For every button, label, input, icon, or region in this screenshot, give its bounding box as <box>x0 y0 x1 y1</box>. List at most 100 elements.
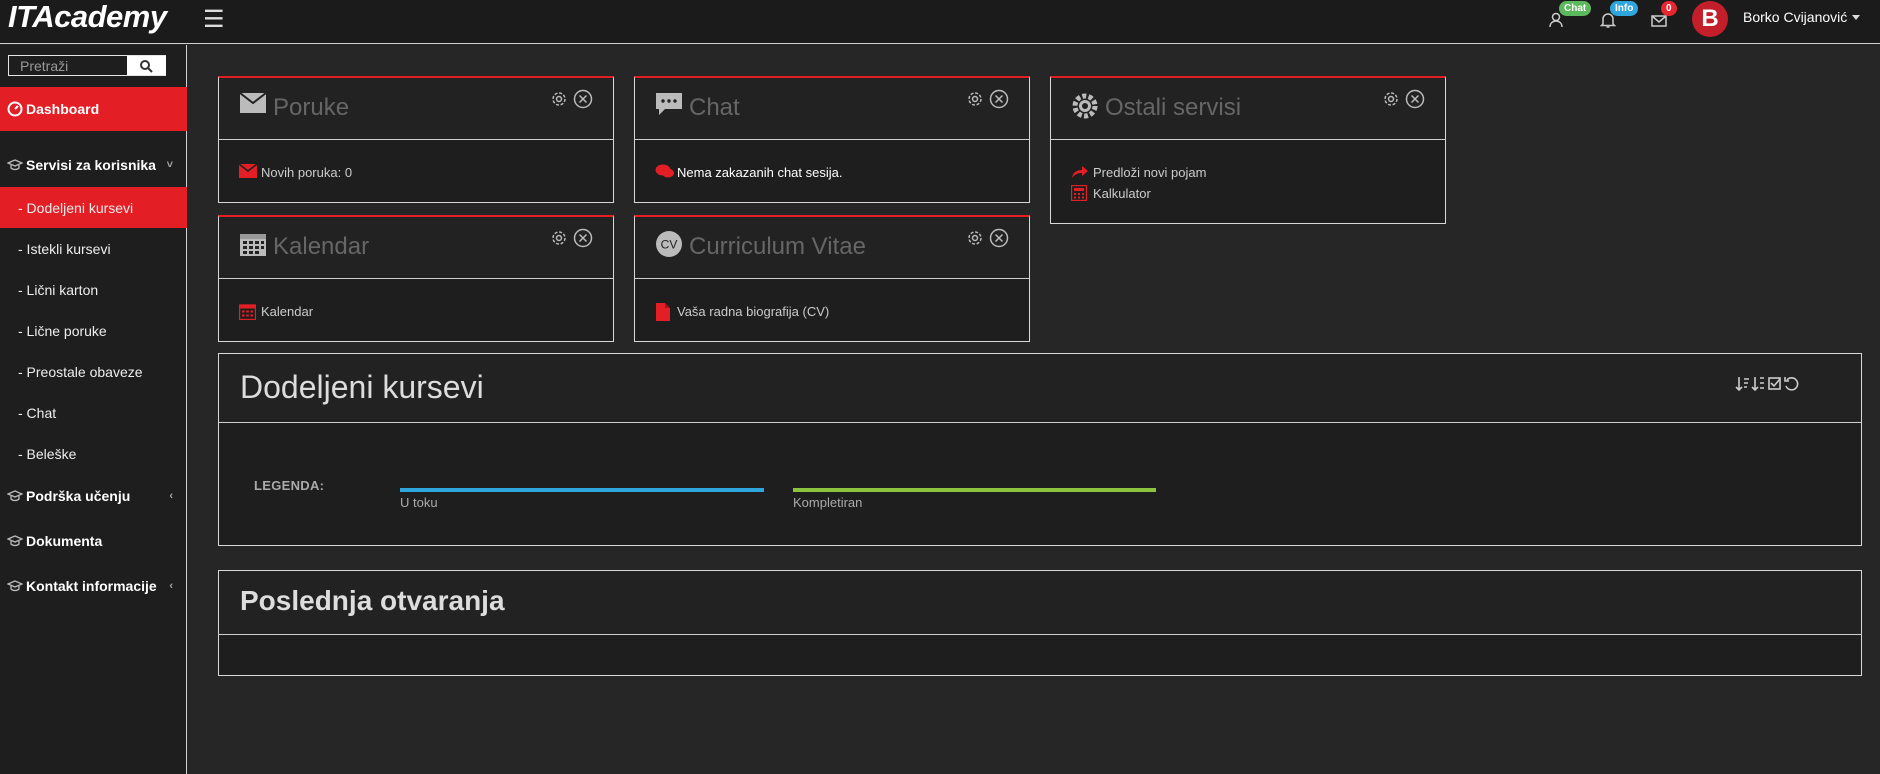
sidebar-item-istekli-kursevi[interactable]: - Istekli kursevi <box>0 228 187 269</box>
legend-in-progress: U toku <box>400 495 438 510</box>
panel-header: Dodeljeni kursevi <box>219 354 1861 423</box>
chevron-left-icon: ‹ <box>169 580 173 592</box>
widget-body: Nema zakazanih chat sesija. <box>635 140 1029 202</box>
panel-header: Poslednja otvaranja <box>219 571 1861 635</box>
chevron-down-icon[interactable] <box>1852 15 1860 20</box>
calendar-icon <box>239 303 256 320</box>
chevron-left-icon: ‹ <box>169 490 173 502</box>
widget-body: Predloži novi pojam Kalkulator <box>1051 140 1445 223</box>
close-icon[interactable] <box>989 89 1009 109</box>
graduation-cap-icon <box>7 490 23 502</box>
sidebar-item-preostale-obaveze[interactable]: - Preostale obaveze <box>0 351 187 392</box>
sidebar-item-label: - Lični karton <box>18 281 99 298</box>
graduation-cap-icon <box>7 535 23 547</box>
sidebar-item-label: Kontakt informacije <box>26 578 157 594</box>
widget-ostali-servisi: Ostali servisi Predloži novi pojam Kalku… <box>1050 76 1446 224</box>
widget-title: Chat <box>689 94 740 121</box>
user-menu[interactable]: Borko Cvijanović <box>1743 9 1847 25</box>
sidebar-item-label: Dokumenta <box>26 533 103 549</box>
sidebar-item-beleske[interactable]: - Beleške <box>0 433 187 474</box>
gear-icon[interactable] <box>1381 89 1401 109</box>
gear-icon[interactable] <box>549 228 569 248</box>
messages-badge: 0 <box>1661 1 1677 16</box>
calculator-text: Kalkulator <box>1093 186 1151 201</box>
sidebar-item-label: Podrška učenju <box>26 488 131 504</box>
widget-header: Poruke <box>219 78 613 140</box>
search-input[interactable] <box>9 56 127 75</box>
sidebar-item-label: - Istekli kursevi <box>18 240 111 257</box>
gear-icon[interactable] <box>965 89 985 109</box>
graduation-cap-icon <box>7 580 23 592</box>
app-logo[interactable]: ITAcademy <box>8 0 167 35</box>
hamburger-icon[interactable]: ☰ <box>203 5 225 34</box>
search-box <box>8 55 166 76</box>
info-badge: Info <box>1610 1 1639 16</box>
sidebar-item-kontakt-informacije[interactable]: Kontakt informacije ‹ <box>0 566 187 606</box>
assigned-courses-panel: Dodeljeni kursevi LEGENDA: U toku Komple… <box>218 353 1862 546</box>
graduation-cap-icon <box>7 159 23 171</box>
dashboard-icon <box>7 101 23 117</box>
envelope-icon <box>239 92 267 114</box>
widget-header: Chat <box>635 78 1029 140</box>
chat-badge: Chat <box>1559 1 1592 16</box>
widget-body: Vaša radna biografija (CV) <box>635 279 1029 341</box>
new-messages-text: Novih poruka: 0 <box>261 165 353 180</box>
search-button[interactable] <box>127 56 166 75</box>
widget-header: Ostali servisi <box>1051 78 1445 140</box>
calculator-icon <box>1071 185 1087 201</box>
sidebar-item-dokumenta[interactable]: Dokumenta <box>0 521 187 561</box>
suggest-term-text: Predloži novi pojam <box>1093 165 1207 180</box>
panel-title: Poslednja otvaranja <box>240 585 505 616</box>
panel-title: Dodeljeni kursevi <box>240 369 484 405</box>
cv-icon: CV <box>655 230 683 258</box>
sidebar-item-licne-poruke[interactable]: - Lične poruke <box>0 310 187 351</box>
chat-sessions-text: Nema zakazanih chat sesija. <box>677 165 843 180</box>
sidebar-item-label: - Preostale obaveze <box>18 363 143 380</box>
sidebar-item-label: Dashboard <box>26 101 100 117</box>
comments-icon <box>655 164 675 179</box>
gear-icon <box>1071 92 1099 120</box>
recent-opens-panel: Poslednja otvaranja <box>218 570 1862 676</box>
close-icon[interactable] <box>573 89 593 109</box>
widget-body: Kalendar <box>219 279 613 341</box>
sort-filter-tools[interactable] <box>1735 375 1799 393</box>
envelope-icon[interactable]: 0 <box>1650 1 1677 33</box>
calendar-icon <box>239 231 267 257</box>
sidebar-item-chat[interactable]: - Chat <box>0 392 187 433</box>
comment-icon <box>655 92 683 116</box>
sidebar-item-dashboard[interactable]: Dashboard <box>0 87 187 131</box>
legend-completed: Kompletiran <box>793 495 863 510</box>
widget-chat: Chat Nema zakazanih chat sesija. <box>634 76 1030 203</box>
widget-header: Kalendar <box>219 217 613 279</box>
widget-body: Novih poruka: 0 <box>219 140 613 202</box>
close-icon[interactable] <box>1405 89 1425 109</box>
widget-kalendar: Kalendar Kalendar <box>218 215 614 342</box>
sidebar: Dashboard Servisi za korisnika ˅ - Dodel… <box>0 45 187 774</box>
avatar[interactable]: B <box>1692 1 1728 37</box>
gear-icon[interactable] <box>549 89 569 109</box>
widget-poruke: Poruke Novih poruka: 0 <box>218 76 614 203</box>
close-icon[interactable] <box>989 228 1009 248</box>
sidebar-item-label: - Lične poruke <box>18 322 107 339</box>
widget-title: Curriculum Vitae <box>689 233 866 260</box>
sidebar-item-label: - Beleške <box>18 445 77 462</box>
file-icon <box>655 303 671 321</box>
close-icon[interactable] <box>573 228 593 248</box>
top-bar: ITAcademy ☰ Chat Info 0 B Borko Cvijanov… <box>0 0 1880 44</box>
sidebar-item-licni-karton[interactable]: - Lični karton <box>0 269 187 310</box>
cv-text: Vaša radna biografija (CV) <box>677 304 830 319</box>
chat-notification-icon[interactable]: Chat <box>1548 1 1592 33</box>
widget-title: Kalendar <box>273 233 370 260</box>
legend-label: LEGENDA: <box>254 478 325 493</box>
legend-bar-completed <box>793 488 1156 492</box>
envelope-icon <box>239 164 257 178</box>
widget-curriculum-vitae: CV Curriculum Vitae Vaša radna biografij… <box>634 215 1030 342</box>
sidebar-item-label: - Chat <box>18 404 57 421</box>
sidebar-item-dodeljeni-kursevi[interactable]: - Dodeljeni kursevi <box>0 187 187 228</box>
sidebar-item-servisi[interactable]: Servisi za korisnika ˅ <box>0 145 187 185</box>
sidebar-item-podrska-ucenju[interactable]: Podrška učenju ‹ <box>0 476 187 516</box>
bell-icon[interactable]: Info <box>1599 1 1639 33</box>
calendar-text: Kalendar <box>261 304 314 319</box>
gear-icon[interactable] <box>965 228 985 248</box>
cv-icon-text: CV <box>661 238 678 252</box>
